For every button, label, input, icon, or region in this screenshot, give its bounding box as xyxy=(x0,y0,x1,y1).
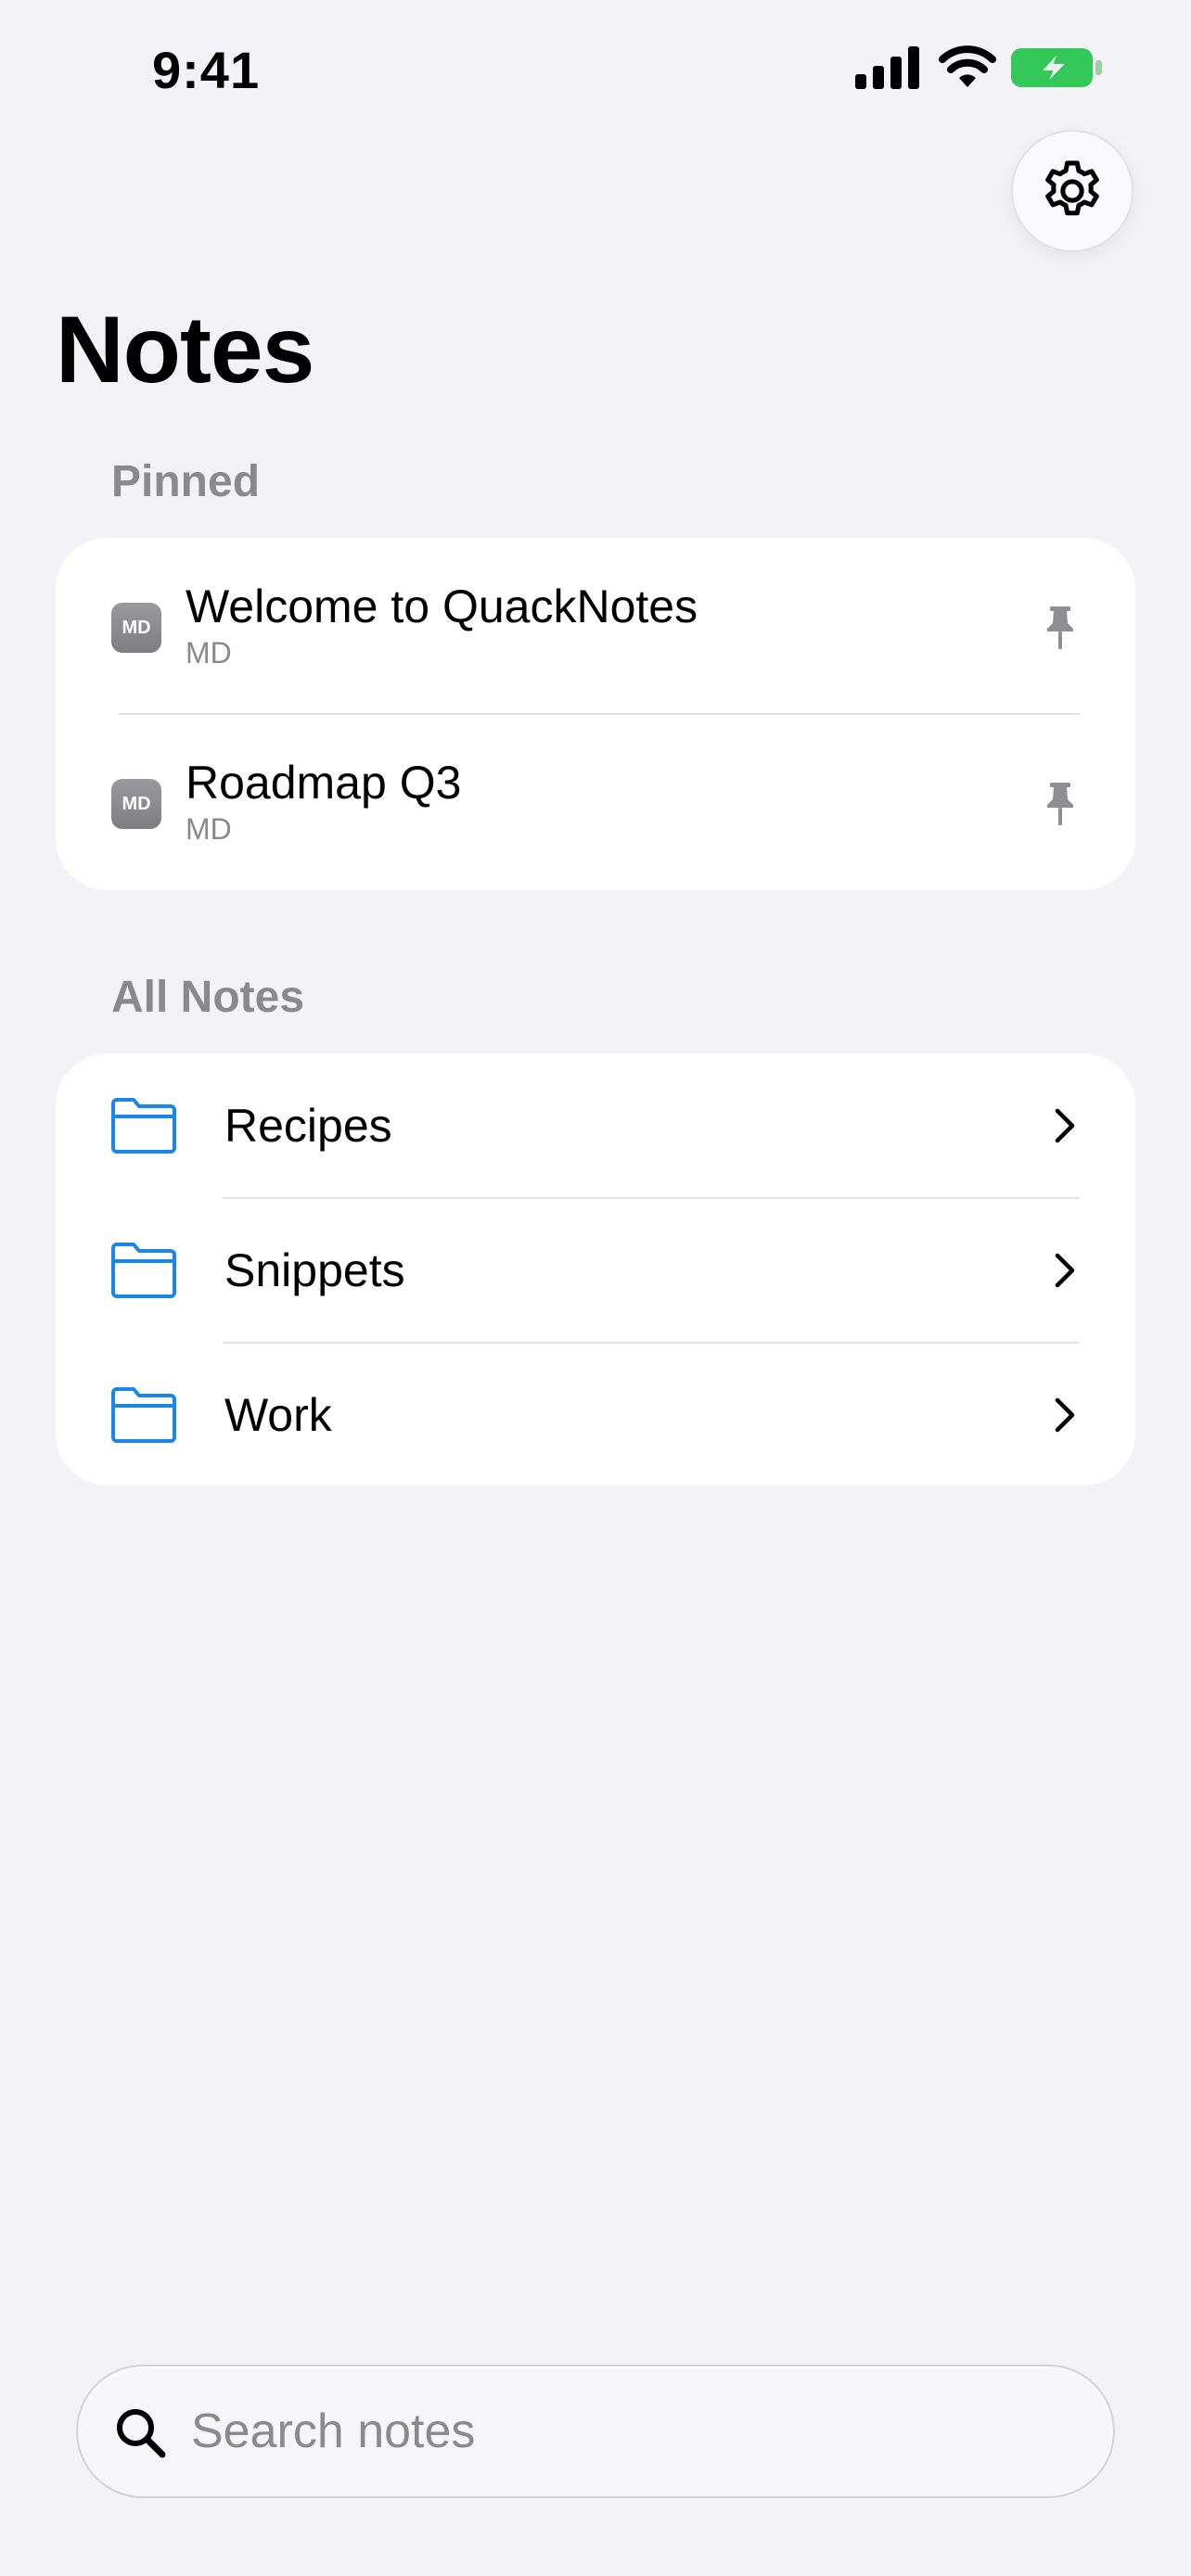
md-badge-icon: MD xyxy=(111,603,161,653)
folder-label: Work xyxy=(224,1389,332,1441)
pin-icon xyxy=(1047,783,1073,825)
note-subtitle: MD xyxy=(186,812,232,846)
cellular-signal-icon xyxy=(855,46,919,89)
chevron-right-icon xyxy=(1055,1397,1075,1433)
folder-recipes[interactable]: Recipes xyxy=(56,1053,1135,1198)
folder-snippets[interactable]: Snippets xyxy=(56,1198,1135,1343)
pinned-note-roadmap[interactable]: MD Roadmap Q3 MD xyxy=(56,714,1135,890)
folder-icon xyxy=(111,1387,176,1443)
chevron-right-icon xyxy=(1055,1253,1075,1288)
battery-charging-icon xyxy=(1011,48,1102,87)
folder-label: Recipes xyxy=(224,1100,392,1152)
folder-work[interactable]: Work xyxy=(56,1343,1135,1486)
note-subtitle: MD xyxy=(186,636,232,670)
pin-icon xyxy=(1047,606,1073,649)
folder-label: Snippets xyxy=(224,1244,405,1296)
note-title: Welcome to QuackNotes xyxy=(186,580,698,632)
search-bar[interactable] xyxy=(76,2365,1115,2498)
status-time: 9:41 xyxy=(152,41,261,99)
md-badge-icon: MD xyxy=(111,779,161,829)
pinned-note-welcome[interactable]: MD Welcome to QuackNotes MD xyxy=(56,538,1135,714)
page-title: Notes xyxy=(56,297,314,402)
search-icon xyxy=(117,2409,166,2458)
chevron-right-icon xyxy=(1055,1108,1075,1143)
search-input[interactable] xyxy=(191,2396,1026,2467)
folder-icon xyxy=(111,1243,176,1298)
folder-icon xyxy=(111,1098,176,1154)
settings-button[interactable] xyxy=(1011,130,1133,252)
gear-icon xyxy=(1045,160,1099,216)
note-title: Roadmap Q3 xyxy=(186,757,462,809)
all-notes-section-header: All Notes xyxy=(111,973,305,1022)
wifi-icon xyxy=(939,45,996,87)
folder-list: Recipes Snippets Work xyxy=(56,1053,1135,1486)
pinned-section-header: Pinned xyxy=(111,457,261,506)
pinned-list: MD Welcome to QuackNotes MD MD Roadmap Q… xyxy=(56,538,1135,890)
